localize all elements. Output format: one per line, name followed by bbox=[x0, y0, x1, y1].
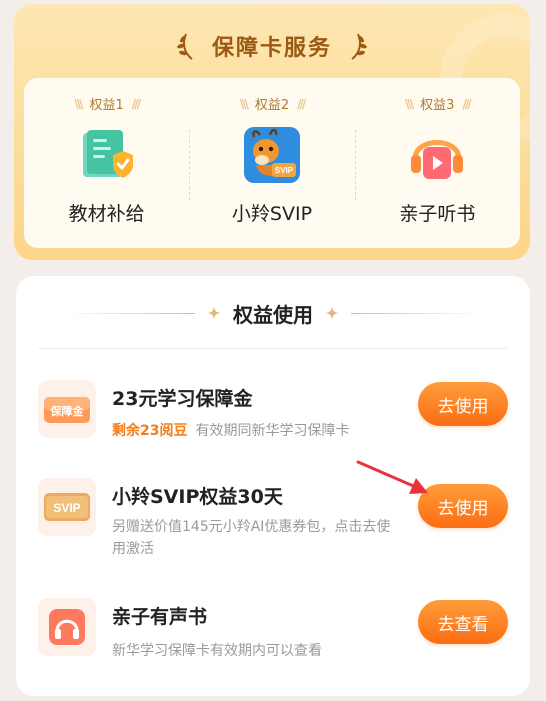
benefit-tag-label: 权益3 bbox=[420, 98, 455, 113]
item-subtitle: 剩余23阅豆 有效期同新华学习保障卡 bbox=[112, 420, 349, 440]
divider-line bbox=[65, 312, 195, 314]
item-description: 另赠送价值145元小羚AI优惠券包，点击去使用激活 bbox=[112, 519, 391, 557]
view-button[interactable]: 去查看 bbox=[418, 600, 508, 644]
slash-deco-icon: \\\ bbox=[239, 96, 249, 111]
sparkle-icon bbox=[207, 306, 221, 320]
guarantee-fund-icon: 保障金 bbox=[44, 397, 90, 423]
benefit-tag: \\\ 权益2 /// bbox=[239, 94, 307, 114]
use-button[interactable]: 去使用 bbox=[418, 382, 508, 426]
item-icon-box bbox=[38, 598, 96, 656]
usage-header: 权益使用 bbox=[16, 298, 530, 328]
benefit-item-audiobook[interactable]: \\\ 权益3 /// 亲子听书 bbox=[354, 78, 520, 248]
item-icon-box: 保障金 bbox=[38, 380, 96, 438]
item-icon-box: SVIP bbox=[38, 478, 96, 536]
headphones-play-icon bbox=[411, 140, 464, 179]
item-icon-text: 保障金 bbox=[50, 404, 85, 418]
benefit-item-textbook[interactable]: \\\ 权益1 /// 教材补给 bbox=[24, 78, 189, 248]
usage-item-study-fund: 保障金 23元学习保障金 剩余23阅豆 有效期同新华学习保障卡 去使用 bbox=[38, 380, 508, 440]
benefit-item-svip[interactable]: \\\ 权益2 /// SVIP 小羚SVIP bbox=[189, 78, 354, 248]
benefits-panel: \\\ 权益1 /// 教材补给 \\\ 权益2 /// SVIP 小羚SVIP… bbox=[24, 78, 520, 248]
benefit-tag-label: 权益2 bbox=[254, 98, 290, 113]
benefit-label: 小羚SVIP bbox=[231, 203, 313, 225]
slash-deco-icon: /// bbox=[462, 96, 471, 111]
benefit-tag-label: 权益1 bbox=[89, 98, 124, 113]
laurel-left-icon bbox=[177, 33, 193, 60]
header-divider bbox=[38, 348, 508, 349]
validity-note: 有效期同新华学习保障卡 bbox=[195, 423, 350, 439]
usage-title: 权益使用 bbox=[233, 302, 313, 327]
usage-item-svip: SVIP 小羚SVIP权益30天 另赠送价值145元小羚AI优惠券包，点击去使用… bbox=[38, 478, 508, 558]
divider-line bbox=[351, 312, 481, 314]
slash-deco-icon: \\\ bbox=[74, 96, 83, 111]
item-icon-text: SVIP bbox=[53, 501, 80, 515]
benefit-label: 教材补给 bbox=[68, 203, 145, 225]
audiobook-headphones-icon bbox=[49, 609, 85, 645]
benefit-usage-card: 权益使用 保障金 23元学习保障金 剩余23阅豆 有效期同新华学习保障卡 去使用 … bbox=[16, 276, 530, 696]
slash-deco-icon: /// bbox=[131, 96, 141, 111]
laurel-right-icon bbox=[351, 33, 367, 60]
benefit-tag: \\\ 权益1 /// bbox=[74, 94, 141, 114]
service-title-row: 保障卡服务 bbox=[14, 26, 530, 66]
item-title: 亲子有声书 bbox=[112, 606, 208, 628]
svg-text:SVIP: SVIP bbox=[275, 166, 294, 175]
antelope-svip-icon: SVIP bbox=[243, 127, 300, 183]
svip-ticket-icon: SVIP bbox=[44, 493, 90, 521]
benefit-label: 亲子听书 bbox=[399, 203, 476, 225]
benefit-tag: \\\ 权益3 /// bbox=[405, 94, 472, 114]
service-title: 保障卡服务 bbox=[211, 36, 332, 61]
item-title: 小羚SVIP权益30天 bbox=[112, 486, 283, 508]
slash-deco-icon: \\\ bbox=[405, 96, 414, 111]
item-description: 新华学习保障卡有效期内可以查看 bbox=[112, 643, 322, 659]
guarantee-card-service-panel: 保障卡服务 \\\ 权益1 /// 教材补给 \\\ 权益2 /// SVIP … bbox=[14, 4, 530, 260]
remaining-balance: 剩余23阅豆 bbox=[112, 423, 188, 439]
use-button[interactable]: 去使用 bbox=[418, 484, 508, 528]
slash-deco-icon: /// bbox=[297, 96, 306, 111]
item-title: 23元学习保障金 bbox=[112, 388, 253, 410]
sparkle-icon bbox=[325, 306, 339, 320]
textbook-shield-icon bbox=[82, 130, 133, 178]
usage-item-audiobook: 亲子有声书 新华学习保障卡有效期内可以查看 去查看 bbox=[38, 598, 508, 659]
